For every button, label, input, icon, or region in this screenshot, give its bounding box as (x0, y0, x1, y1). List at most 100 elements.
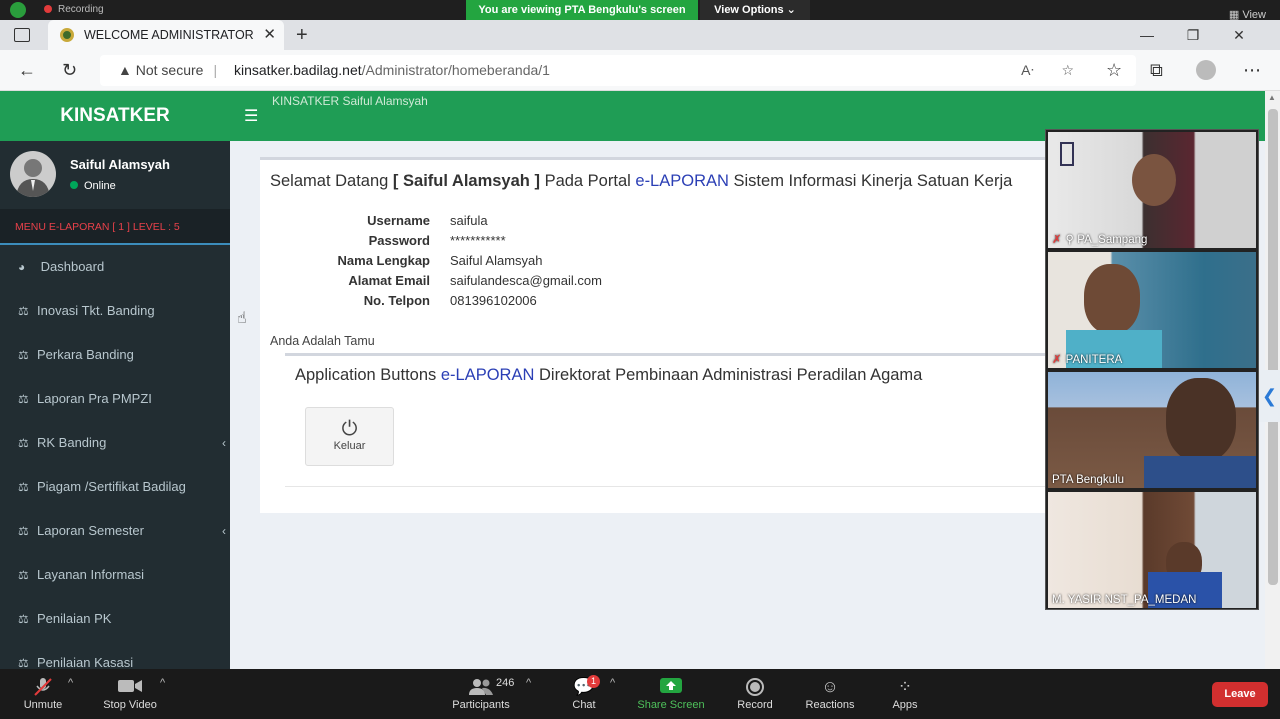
sidebar-item-laporan-semester[interactable]: ⚖ Laporan Semester ‹ (0, 509, 230, 553)
browser-tab[interactable]: WELCOME ADMINISTRATOR ✕ (48, 20, 284, 50)
share-screen-icon (636, 677, 706, 699)
app-title-suffix: Direktorat Pembinaan Administrasi Peradi… (538, 366, 923, 384)
field-value-password: *********** (450, 233, 506, 248)
new-tab-icon[interactable]: + (296, 20, 308, 50)
participant-name-label: PANITERA (1065, 354, 1123, 366)
participant-face (1132, 154, 1176, 206)
menu-toggle-icon[interactable]: ☰ (244, 106, 258, 126)
caret-up-icon[interactable]: ^ (526, 677, 531, 689)
not-secure-indicator[interactable]: ▲ Not secure | (118, 55, 217, 86)
welcome-brand: e-LAPORAN (635, 172, 729, 190)
url-separator: | (213, 62, 218, 78)
caret-up-icon[interactable]: ^ (68, 677, 73, 689)
participant-face (1084, 264, 1140, 334)
app-logo[interactable]: KINSATKER (0, 91, 230, 141)
back-icon[interactable]: ← (18, 60, 36, 81)
add-favorite-icon[interactable]: ☆ (1061, 55, 1074, 86)
unmute-button[interactable]: Unmute (18, 677, 68, 711)
welcome-suffix: Sistem Informasi Kinerja Satuan Kerja (733, 172, 1013, 190)
address-bar: ← ↻ ▲ Not secure | kinsatker.badilag.net/… (0, 50, 1280, 91)
apps-button[interactable]: ⁘ Apps (884, 677, 926, 711)
video-tile[interactable]: ✗ ⚲ PA_Sampang (1048, 132, 1256, 248)
close-tab-icon[interactable]: ✕ (263, 20, 276, 50)
balance-scale-icon: ⚖ (18, 568, 29, 582)
record-dot-icon (44, 5, 52, 13)
sidebar-item-label: Inovasi Tkt. Banding (37, 303, 155, 318)
welcome-prefix: Selamat Datang (270, 172, 389, 190)
read-aloud-icon[interactable]: Aᐧ (1021, 55, 1034, 86)
sidebar-item-label: Laporan Semester (37, 523, 144, 538)
favorites-icon[interactable]: ☆ (1106, 60, 1122, 81)
caret-up-icon[interactable]: ^ (160, 677, 165, 689)
minimize-icon[interactable]: — (1124, 20, 1170, 50)
online-dot-icon (70, 181, 78, 189)
sidebar-item-piagam[interactable]: ⚖ Piagam /Sertifikat Badilag (0, 465, 230, 509)
view-options-button[interactable]: View Options ⌄ (700, 0, 810, 20)
muted-mic-icon: ✗ (1052, 354, 1062, 366)
chat-label: Chat (572, 699, 596, 711)
sidebar-item-dashboard[interactable]: ◕ Dashboard (0, 245, 230, 289)
url-text: kinsatker.badilag.net/Administrator/home… (234, 55, 550, 86)
share-screen-button[interactable]: Share Screen (636, 677, 706, 711)
url-field[interactable]: ▲ Not secure | kinsatker.badilag.net/Admi… (100, 55, 1136, 86)
window-controls: — ❐ ✕ (1124, 20, 1262, 50)
sidebar-item-inovasi[interactable]: ⚖ Inovasi Tkt. Banding (0, 289, 230, 333)
sidebar-item-label: Dashboard (40, 259, 105, 274)
favicon-icon (60, 28, 74, 42)
sidebar-item-rk-banding[interactable]: ⚖ RK Banding ‹ (0, 421, 230, 465)
muted-mic-icon (18, 677, 68, 699)
tab-title: WELCOME ADMINISTRATOR (84, 28, 254, 42)
chat-button[interactable]: 💬 Chat 1 (562, 675, 606, 711)
refresh-icon[interactable]: ↻ (62, 60, 77, 81)
apps-label: Apps (892, 699, 918, 711)
close-window-icon[interactable]: ✕ (1216, 20, 1262, 50)
balance-scale-icon: ⚖ (18, 656, 29, 669)
sidebar-item-layanan-informasi[interactable]: ⚖ Layanan Informasi (0, 553, 230, 597)
participant-face (1166, 378, 1236, 462)
reactions-button[interactable]: ☺ Reactions (800, 677, 860, 711)
sidebar-item-penilaian-pk[interactable]: ⚖ Penilaian PK (0, 597, 230, 641)
logout-label: Keluar (333, 440, 366, 452)
sidebar: KINSATKER Saiful Alamsyah Online MENU E-… (0, 91, 230, 669)
sidebar-item-label: RK Banding (37, 435, 107, 450)
scroll-up-icon[interactable]: ▲ (1268, 93, 1276, 102)
participant-count: 246 (496, 677, 515, 689)
video-tile[interactable]: ✗ PANITERA (1048, 252, 1256, 368)
restore-icon[interactable]: ❐ (1170, 20, 1216, 50)
logout-button[interactable]: ⏻ Keluar (305, 407, 394, 466)
welcome-heading: Selamat Datang [ Saiful Alamsyah ] Pada … (270, 172, 1012, 191)
video-camera-icon (98, 677, 162, 699)
leave-button[interactable]: Leave (1212, 682, 1268, 707)
sidebar-item-label: Piagam /Sertifikat Badilag (37, 479, 186, 494)
caret-up-icon[interactable]: ^ (610, 677, 615, 689)
collections-icon[interactable]: ⧉ (1150, 60, 1163, 81)
video-tile[interactable]: M. YASIR NST_PA_MEDAN (1048, 492, 1256, 608)
record-button[interactable]: Record (730, 677, 780, 711)
zoom-top-bar: Recording You are viewing PTA Bengkulu's… (0, 0, 1280, 21)
app-buttons-box: Application Buttons e-LAPORAN Direktorat… (285, 353, 1050, 487)
chevron-left-icon: ‹ (222, 436, 226, 450)
sidebar-item-penilaian-kasasi[interactable]: ⚖ Penilaian Kasasi (0, 641, 230, 669)
record-label: Record (737, 699, 773, 711)
welcome-name: Saiful Alamsyah (403, 172, 530, 190)
bracket-open: [ (392, 172, 399, 190)
profile-avatar-icon[interactable] (1196, 60, 1216, 80)
recording-indicator: Recording (44, 4, 104, 15)
sidebar-item-perkara-banding[interactable]: ⚖ Perkara Banding (0, 333, 230, 377)
unmute-label: Unmute (23, 699, 63, 711)
video-tile[interactable]: PTA Bengkulu (1048, 372, 1256, 488)
sidebar-item-laporan-pra-pmpzi[interactable]: ⚖ Laporan Pra PMPZI (0, 377, 230, 421)
sidebar-item-label: Layanan Informasi (37, 567, 144, 582)
url-path: /Administrator/homeberanda/1 (361, 62, 550, 78)
stop-video-button[interactable]: Stop Video (98, 677, 162, 711)
sidebar-item-label: Penilaian PK (37, 611, 112, 626)
field-label-username: Username (367, 213, 430, 228)
field-value-email: saifulandesca@gmail.com (450, 273, 602, 288)
more-icon[interactable]: ⋯ (1243, 60, 1261, 81)
collapse-panel-icon[interactable]: ❮ (1259, 370, 1280, 422)
participant-name: PTA Bengkulu (1052, 474, 1125, 486)
participant-name: M. YASIR NST_PA_MEDAN (1052, 594, 1197, 606)
scrollbar-thumb[interactable] (1268, 109, 1278, 585)
participants-button[interactable]: Participants 246 (446, 677, 516, 711)
tab-actions-icon[interactable] (14, 28, 30, 42)
